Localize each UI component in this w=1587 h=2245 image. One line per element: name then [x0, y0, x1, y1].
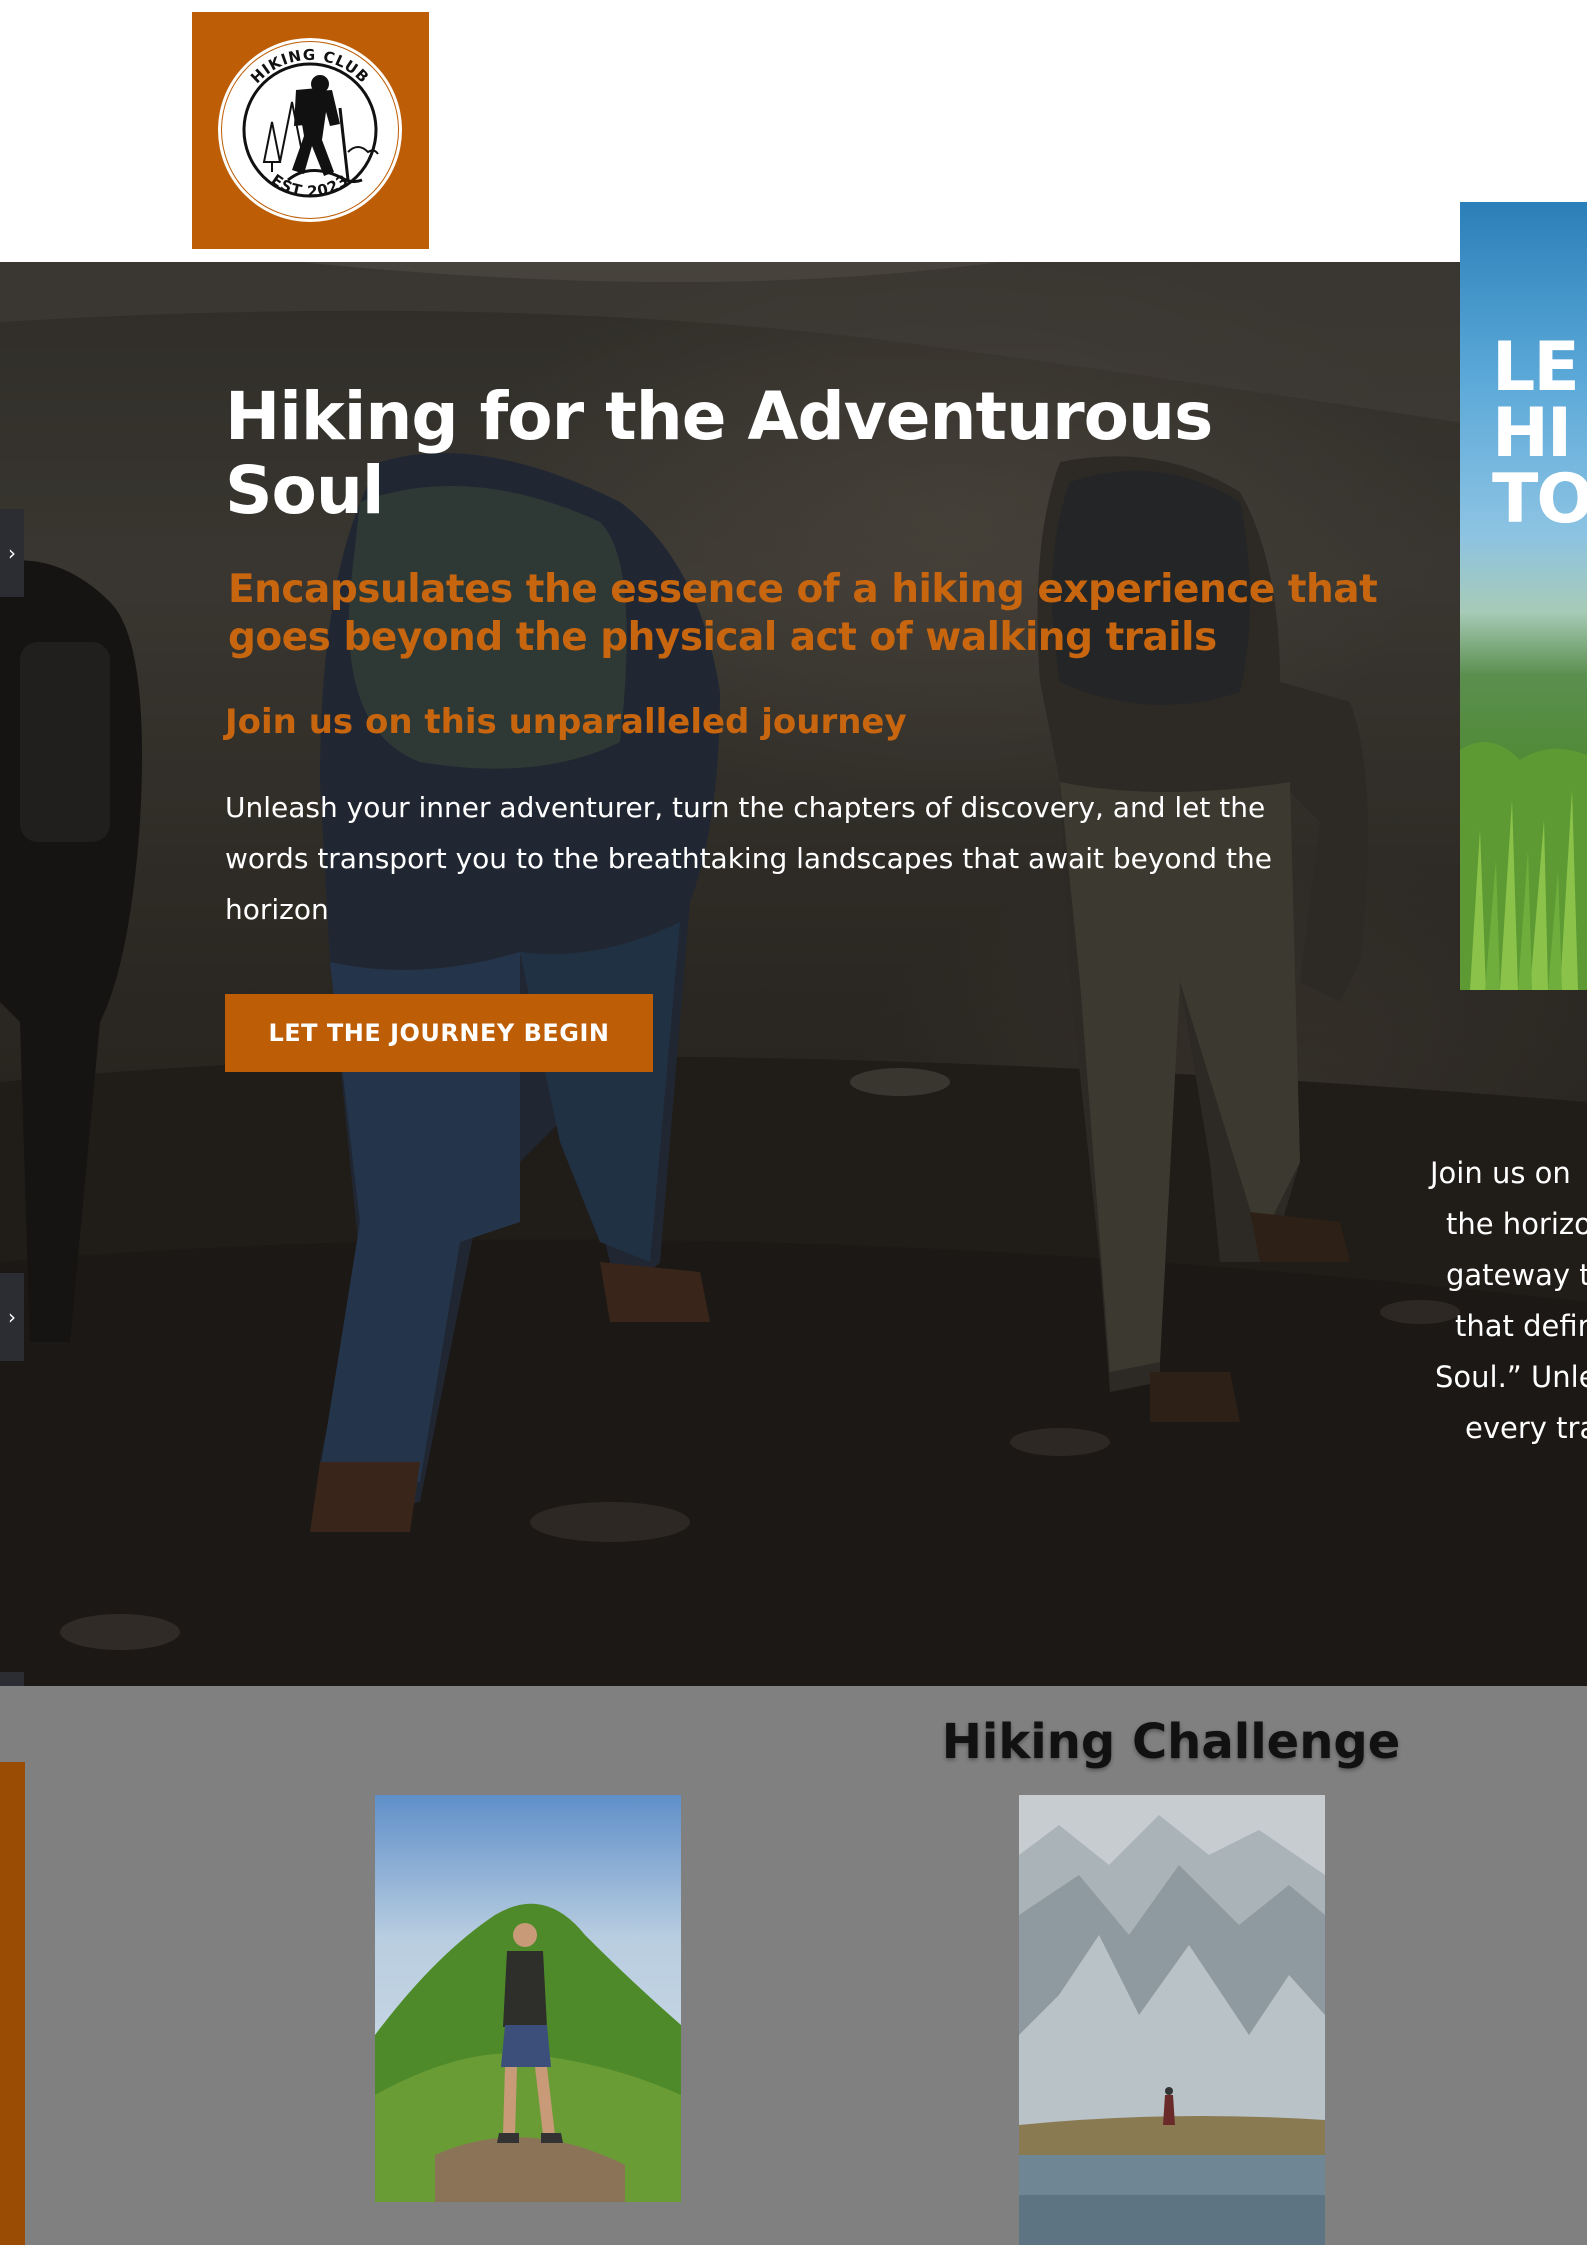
side-text-line: that defin — [1455, 1309, 1587, 1343]
promo-poster[interactable]: LE HI TO — [1460, 202, 1587, 990]
site-logo[interactable]: HIKING CLUB EST 2023 — [192, 12, 429, 249]
challenge-photo-2[interactable] — [1019, 1795, 1325, 2245]
hiker-logo-icon: HIKING CLUB EST 2023 — [218, 38, 402, 222]
mountain-lake-image — [1019, 1795, 1325, 2245]
chevron-right-icon: › — [8, 541, 16, 565]
hero-title: Hiking for the Adventurous Soul — [225, 378, 1213, 529]
side-text-line: Join us on — [1430, 1156, 1571, 1190]
hiker-on-hill-image — [375, 1795, 681, 2202]
poster-headline: LE HI TO — [1492, 328, 1587, 539]
poster-line-1: LE — [1492, 328, 1580, 407]
side-tab-2[interactable]: › — [0, 1273, 24, 1361]
site-header: HIKING CLUB EST 2023 — [0, 0, 1587, 262]
challenge-accent-bar — [0, 1762, 25, 2245]
hero-body-text: Unleash your inner adventurer, turn the … — [225, 791, 1272, 926]
challenge-photo-1[interactable] — [375, 1795, 681, 2202]
hero-section: Hiking for the Adventurous Soul Encapsul… — [0, 262, 1587, 1686]
challenge-section: Hiking Challenge — [0, 1686, 1587, 2245]
side-intro-text: Join us on the horizo gateway to that de… — [1430, 1148, 1587, 1454]
side-text-line: every tra — [1465, 1411, 1587, 1445]
hero-tagline: Join us on this unparalleled journey — [225, 702, 907, 742]
side-text-line: gateway to — [1446, 1258, 1587, 1292]
side-text-line: the horizo — [1446, 1207, 1587, 1241]
chevron-right-icon: › — [8, 1305, 16, 1329]
challenge-title: Hiking Challenge — [941, 1714, 1401, 1770]
poster-line-3: TO — [1492, 460, 1587, 539]
poster-line-2: HI — [1492, 394, 1572, 473]
journey-begin-button[interactable]: LET THE JOURNEY BEGIN — [225, 994, 653, 1072]
side-tab-1[interactable]: › — [0, 509, 24, 597]
side-text-line: Soul.” Unle — [1435, 1360, 1587, 1394]
hero-subtitle: Encapsulates the essence of a hiking exp… — [228, 567, 1378, 660]
poster-grass-image — [1460, 742, 1587, 990]
